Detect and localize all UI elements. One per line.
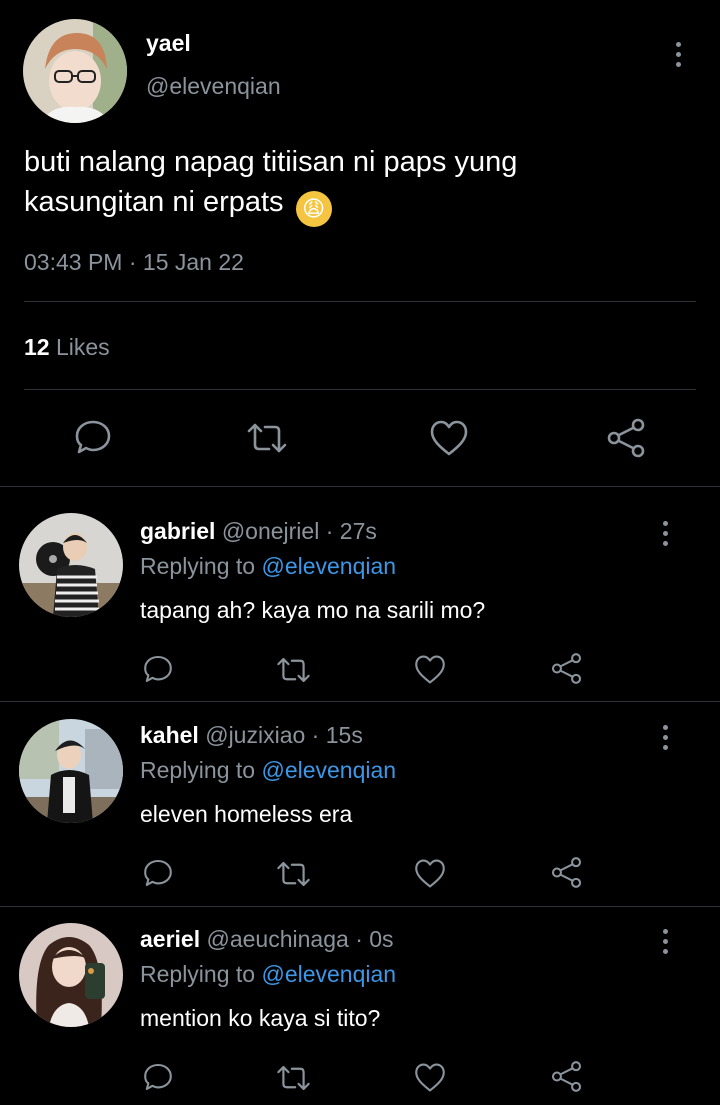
reply-text: eleven homeless era (140, 801, 353, 827)
divider (0, 701, 720, 702)
reply-text: mention ko kaya si tito? (140, 1005, 381, 1031)
reply-avatar[interactable] (19, 923, 123, 1027)
reply-author-name[interactable]: aeriel (140, 926, 200, 952)
retweet-icon[interactable] (275, 858, 312, 890)
share-icon[interactable] (549, 1059, 584, 1094)
retweet-icon[interactable] (275, 654, 312, 686)
more-options-icon[interactable] (674, 42, 682, 67)
tweet-text-line-1: buti nalang napag titiisan ni paps yung (24, 146, 518, 178)
more-options-icon[interactable] (661, 521, 669, 546)
divider (0, 906, 720, 907)
replying-to: Replying to @elevenqian (140, 757, 396, 784)
tweet-timestamp: 03:43 PM · 15 Jan 22 (24, 249, 244, 276)
likes-label: Likes (55, 334, 110, 360)
divider (0, 486, 720, 487)
more-options-icon[interactable] (661, 929, 669, 954)
more-options-icon[interactable] (661, 725, 669, 750)
divider (24, 301, 696, 302)
reply-author-handle[interactable]: @onejriel (222, 518, 320, 544)
tweet-text-line-2: kasungitan ni erpats 😩 (24, 182, 704, 227)
replying-to-label: Replying to (140, 553, 256, 579)
reply-author-handle[interactable]: @juzixiao (205, 722, 305, 748)
reply-icon[interactable] (142, 653, 174, 685)
divider (24, 389, 696, 390)
tweet-text: buti nalang napag titiisan ni paps yung … (24, 142, 704, 227)
replying-to: Replying to @elevenqian (140, 553, 396, 580)
tweet-text-line-2-text: kasungitan ni erpats (24, 186, 284, 218)
share-icon[interactable] (549, 855, 584, 890)
weary-face-emoji: 😩 (295, 191, 332, 227)
tweet-date: 15 Jan 22 (142, 249, 244, 275)
heart-icon[interactable] (413, 654, 447, 685)
reply-separator: · (325, 518, 334, 544)
author-name[interactable]: yael (146, 30, 191, 57)
heart-icon[interactable] (413, 1062, 447, 1093)
replying-to-mention[interactable]: @elevenqian (261, 553, 396, 579)
reply-separator: · (311, 722, 320, 748)
retweet-icon[interactable] (245, 419, 289, 457)
heart-icon[interactable] (413, 858, 447, 889)
reply-icon[interactable] (73, 417, 113, 457)
heart-icon[interactable] (428, 419, 470, 457)
likes-count-link[interactable]: 12 Likes (24, 334, 110, 361)
reply-icon[interactable] (142, 857, 174, 889)
replying-to-mention[interactable]: @elevenqian (261, 961, 396, 987)
replying-to: Replying to @elevenqian (140, 961, 396, 988)
likes-count: 12 (24, 334, 50, 360)
reply-avatar[interactable] (19, 719, 123, 823)
replying-to-label: Replying to (140, 961, 256, 987)
tweet-time: 03:43 PM (24, 249, 123, 275)
reply-avatar[interactable] (19, 513, 123, 617)
reply-header: kahel @juzixiao · 15s (140, 722, 363, 749)
share-icon[interactable] (604, 416, 648, 460)
author-handle[interactable]: @elevenqian (146, 73, 281, 100)
reply-time: 15s (325, 722, 363, 748)
reply-header: gabriel @onejriel · 27s (140, 518, 377, 545)
reply-text: tapang ah? kaya mo na sarili mo? (140, 597, 486, 623)
reply-time: 27s (339, 518, 377, 544)
reply-author-handle[interactable]: @aeuchinaga (207, 926, 349, 952)
share-icon[interactable] (549, 651, 584, 686)
author-avatar[interactable] (23, 19, 127, 123)
reply-time: 0s (369, 926, 394, 952)
reply-separator: · (355, 926, 363, 952)
reply-author-name[interactable]: gabriel (140, 518, 215, 544)
retweet-icon[interactable] (275, 1062, 312, 1094)
reply-author-name[interactable]: kahel (140, 722, 199, 748)
reply-header: aeriel @aeuchinaga · 0s (140, 926, 394, 953)
reply-icon[interactable] (142, 1061, 174, 1093)
replying-to-label: Replying to (140, 757, 256, 783)
timestamp-separator: · (128, 249, 137, 275)
replying-to-mention[interactable]: @elevenqian (261, 757, 396, 783)
